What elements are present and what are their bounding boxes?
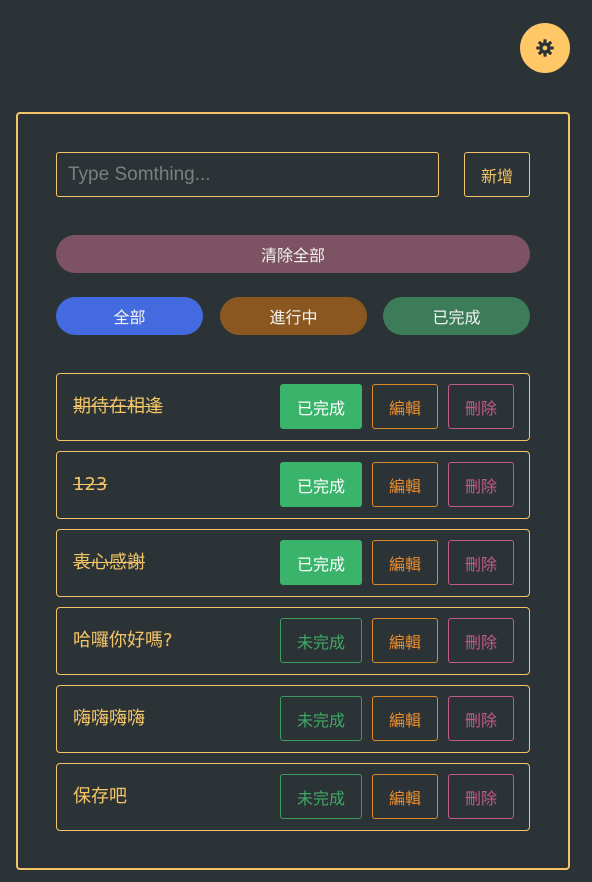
gear-icon — [534, 37, 556, 59]
todo-panel: 新增 清除全部 全部 進行中 已完成 期待在相逢 已完成 編輯 刪除 123 已… — [16, 112, 570, 870]
delete-button[interactable]: 刪除 — [448, 384, 514, 429]
toggle-status-button[interactable]: 已完成 — [280, 384, 362, 429]
todo-app: 新增 清除全部 全部 進行中 已完成 期待在相逢 已完成 編輯 刪除 123 已… — [0, 0, 592, 882]
delete-button[interactable]: 刪除 — [448, 462, 514, 507]
toggle-status-button[interactable]: 未完成 — [280, 774, 362, 819]
todo-text: 123 — [73, 474, 108, 495]
edit-button[interactable]: 編輯 — [372, 774, 438, 819]
theme-toggle-button[interactable] — [520, 23, 570, 73]
todo-text: 嗨嗨嗨嗨 — [73, 708, 145, 729]
input-row: 新增 — [56, 152, 530, 198]
todo-list: 期待在相逢 已完成 編輯 刪除 123 已完成 編輯 刪除 衷心感謝 已完成 編… — [56, 373, 530, 841]
toggle-status-button[interactable]: 已完成 — [280, 462, 362, 507]
todo-item: 期待在相逢 已完成 編輯 刪除 — [56, 373, 530, 441]
filter-completed-button[interactable]: 已完成 — [383, 297, 530, 335]
todo-item: 保存吧 未完成 編輯 刪除 — [56, 763, 530, 831]
edit-button[interactable]: 編輯 — [372, 462, 438, 507]
toggle-status-button[interactable]: 未完成 — [280, 696, 362, 741]
edit-button[interactable]: 編輯 — [372, 384, 438, 429]
filter-all-button[interactable]: 全部 — [56, 297, 203, 335]
filter-in-progress-button[interactable]: 進行中 — [220, 297, 367, 335]
add-button[interactable]: 新增 — [464, 152, 530, 197]
todo-text: 期待在相逢 — [73, 396, 163, 417]
clear-all-button[interactable]: 清除全部 — [56, 235, 530, 273]
todo-item: 123 已完成 編輯 刪除 — [56, 451, 530, 519]
todo-text: 保存吧 — [73, 786, 127, 807]
delete-button[interactable]: 刪除 — [448, 540, 514, 585]
edit-button[interactable]: 編輯 — [372, 696, 438, 741]
delete-button[interactable]: 刪除 — [448, 696, 514, 741]
toggle-status-button[interactable]: 已完成 — [280, 540, 362, 585]
filter-row: 全部 進行中 已完成 — [56, 297, 530, 335]
toggle-status-button[interactable]: 未完成 — [280, 618, 362, 663]
delete-button[interactable]: 刪除 — [448, 618, 514, 663]
edit-button[interactable]: 編輯 — [372, 540, 438, 585]
todo-text: 衷心感謝 — [73, 552, 145, 573]
todo-item: 衷心感謝 已完成 編輯 刪除 — [56, 529, 530, 597]
edit-button[interactable]: 編輯 — [372, 618, 438, 663]
task-input[interactable] — [56, 152, 439, 197]
todo-item: 哈囉你好嗎? 未完成 編輯 刪除 — [56, 607, 530, 675]
todo-item: 嗨嗨嗨嗨 未完成 編輯 刪除 — [56, 685, 530, 753]
delete-button[interactable]: 刪除 — [448, 774, 514, 819]
todo-text: 哈囉你好嗎? — [73, 630, 173, 651]
